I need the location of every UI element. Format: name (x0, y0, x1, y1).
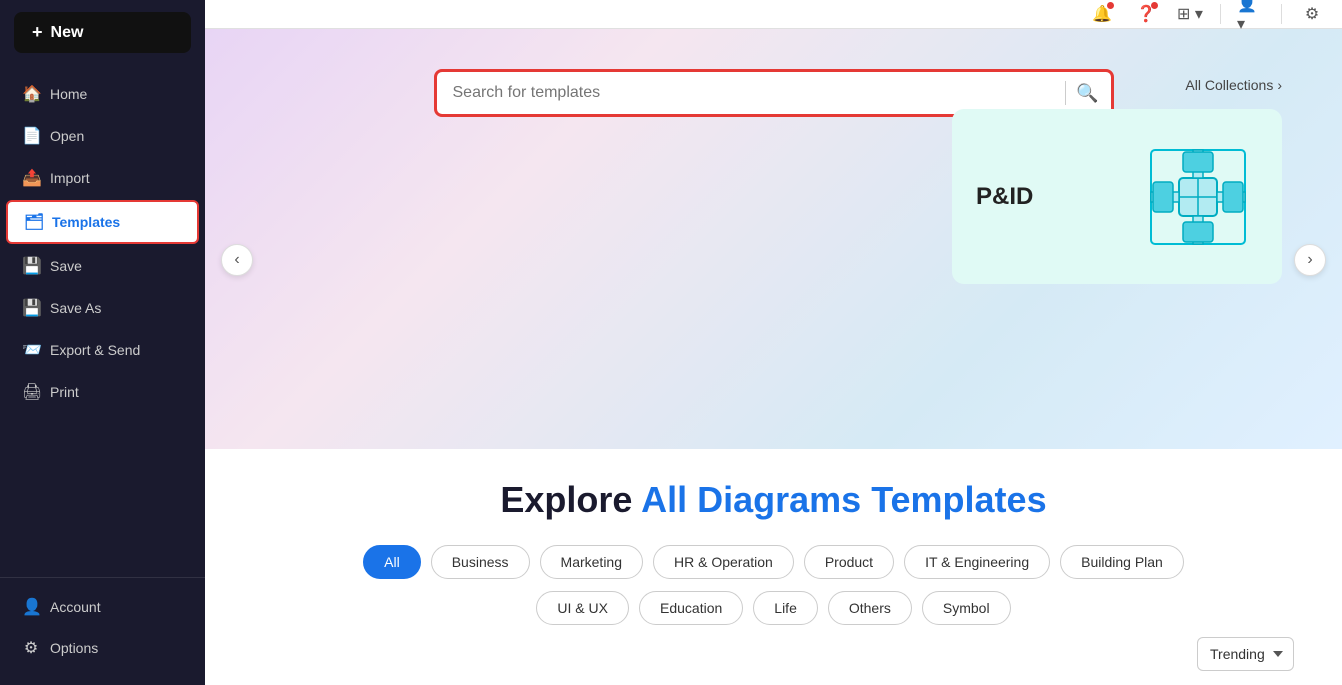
topbar-divider-2 (1281, 4, 1282, 24)
new-button[interactable]: + New (14, 12, 191, 53)
open-icon: 📄 (22, 126, 40, 146)
sidebar-item-save-label: Save (50, 258, 82, 274)
sidebar-item-home[interactable]: 🏠 Home (6, 74, 199, 114)
collections-link-chevron: › (1277, 77, 1282, 93)
save-icon: 💾 (22, 256, 40, 276)
sidebar-item-import-label: Import (50, 170, 90, 186)
topbar-divider (1220, 4, 1221, 24)
pid-card[interactable]: P&ID (952, 109, 1282, 284)
sidebar-item-account-label: Account (50, 599, 101, 615)
templates-icon: 🗂 (24, 212, 42, 232)
filter-chip-symbol[interactable]: Symbol (922, 591, 1011, 625)
search-icon[interactable]: 🔍 (1076, 83, 1098, 104)
explore-title-highlight: All Diagrams Templates (641, 479, 1046, 520)
sidebar-item-account[interactable]: 👤 Account (6, 587, 199, 627)
sidebar: + New 🏠 Home 📄 Open 📤 Import 🗂 Templates… (0, 0, 205, 685)
settings-button[interactable]: ⚙ (1298, 0, 1326, 28)
sidebar-item-export-send-label: Export & Send (50, 342, 140, 358)
carousel-prev-button[interactable]: ‹ (221, 244, 253, 276)
import-icon: 📤 (22, 168, 40, 188)
filter-chip-it-engineering[interactable]: IT & Engineering (904, 545, 1050, 579)
notification-badge (1107, 2, 1114, 9)
all-collections-link[interactable]: All Collections › (1185, 77, 1282, 93)
sidebar-item-save-as-label: Save As (50, 300, 101, 316)
user-button[interactable]: 👤 ▾ (1237, 0, 1265, 28)
carousel-next-button[interactable]: › (1294, 244, 1326, 276)
pid-label: P&ID (976, 183, 1033, 211)
grid-menu-button[interactable]: ⊞ ▾ (1176, 0, 1204, 28)
print-icon: 🖨 (22, 382, 40, 402)
home-icon: 🏠 (22, 84, 40, 104)
explore-title: Explore All Diagrams Templates (245, 479, 1302, 521)
sidebar-item-export-send[interactable]: 📨 Export & Send (6, 330, 199, 370)
plus-icon: + (32, 22, 43, 43)
filter-row-2: UI & UX Education Life Others Symbol (245, 591, 1302, 625)
new-button-label: New (51, 24, 84, 42)
explore-section: Explore All Diagrams Templates All Busin… (205, 449, 1342, 685)
filter-chip-others[interactable]: Others (828, 591, 912, 625)
filter-row-1: All Business Marketing HR & Operation Pr… (245, 545, 1302, 579)
sidebar-item-open-label: Open (50, 128, 84, 144)
help-badge (1151, 2, 1158, 9)
sort-select[interactable]: Trending Newest Popular (1197, 637, 1294, 671)
filter-chip-marketing[interactable]: Marketing (540, 545, 643, 579)
filter-chip-hr-operation[interactable]: HR & Operation (653, 545, 794, 579)
notification-button[interactable]: 🔔 (1088, 0, 1116, 28)
main-content: 🔔 ❓ ⊞ ▾ 👤 ▾ ⚙ 🔍 All Collections › P&ID (205, 0, 1342, 685)
filter-chip-ui-ux[interactable]: UI & UX (536, 591, 629, 625)
filter-chip-business[interactable]: Business (431, 545, 530, 579)
export-icon: 📨 (22, 340, 40, 360)
sidebar-item-templates-label: Templates (52, 214, 120, 230)
sidebar-item-home-label: Home (50, 86, 87, 102)
search-divider (1065, 81, 1066, 105)
options-icon: ⚙ (22, 638, 40, 658)
save-as-icon: 💾 (22, 298, 40, 318)
sidebar-nav: 🏠 Home 📄 Open 📤 Import 🗂 Templates 💾 Sav… (0, 65, 205, 577)
sidebar-item-import[interactable]: 📤 Import (6, 158, 199, 198)
filter-chip-all[interactable]: All (363, 545, 421, 579)
sidebar-item-templates[interactable]: 🗂 Templates (6, 200, 199, 244)
filter-chip-education[interactable]: Education (639, 591, 743, 625)
help-button[interactable]: ❓ (1132, 0, 1160, 28)
sidebar-item-print[interactable]: 🖨 Print (6, 372, 199, 412)
sidebar-item-save-as[interactable]: 💾 Save As (6, 288, 199, 328)
collections-link-label: All Collections (1185, 77, 1273, 93)
filter-chip-life[interactable]: Life (753, 591, 818, 625)
sidebar-bottom: 👤 Account ⚙ Options (0, 577, 205, 685)
account-icon: 👤 (22, 597, 40, 617)
search-input[interactable] (449, 76, 1056, 110)
toolbar-row: Trending Newest Popular (245, 637, 1302, 671)
hero-section: 🔍 All Collections › P&ID (205, 29, 1342, 449)
filter-chip-building-plan[interactable]: Building Plan (1060, 545, 1184, 579)
sidebar-item-print-label: Print (50, 384, 79, 400)
explore-title-plain: Explore (500, 479, 641, 520)
filter-chip-product[interactable]: Product (804, 545, 894, 579)
pid-graphic (1138, 137, 1258, 257)
topbar: 🔔 ❓ ⊞ ▾ 👤 ▾ ⚙ (205, 0, 1342, 29)
sidebar-item-open[interactable]: 📄 Open (6, 116, 199, 156)
sidebar-item-save[interactable]: 💾 Save (6, 246, 199, 286)
sidebar-item-options-label: Options (50, 640, 98, 656)
sidebar-item-options[interactable]: ⚙ Options (6, 628, 199, 668)
